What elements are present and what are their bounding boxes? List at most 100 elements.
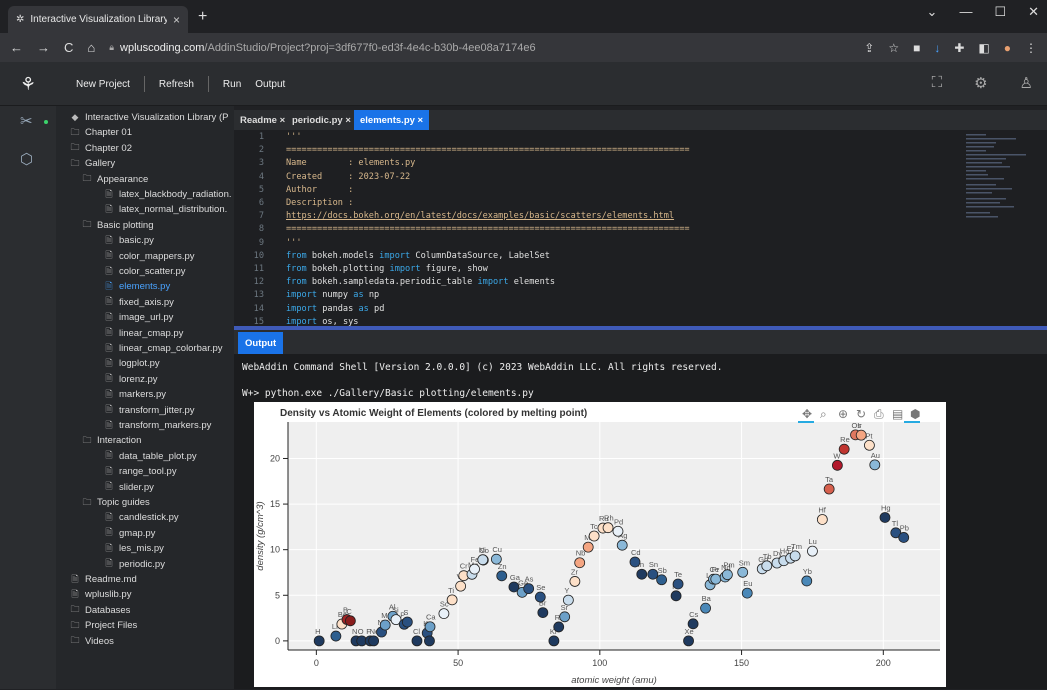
- back-icon[interactable]: ←: [10, 40, 23, 55]
- settings-gear-icon[interactable]: ⚙: [974, 74, 987, 92]
- tree-item[interactable]: 🗎︎ color_mappers.py: [104, 249, 194, 264]
- editor-tab[interactable]: Readme ×: [234, 110, 291, 130]
- new-project-button[interactable]: New Project: [76, 79, 130, 90]
- lock-icon[interactable]: 🔒︎: [109, 42, 114, 53]
- tree-item[interactable]: 🗀︎ Databases: [70, 603, 130, 618]
- output-button[interactable]: Output: [255, 79, 285, 90]
- data-point: [737, 566, 749, 578]
- save-tool-icon[interactable]: ⎙: [874, 407, 884, 421]
- file-icon: 🗎︎: [105, 327, 113, 338]
- point-label: Yb: [803, 567, 812, 576]
- data-point: [629, 556, 641, 568]
- tree-item[interactable]: 🗀︎ Gallery: [70, 156, 115, 171]
- bookmark-star-icon[interactable]: ☆: [888, 41, 899, 55]
- extension-icon[interactable]: ■: [913, 41, 920, 55]
- code-line: 12 from bokeh.sampledata.periodic_table i…: [234, 277, 974, 290]
- extensions-hex-icon[interactable]: ⬡: [20, 150, 33, 168]
- data-point: [831, 459, 843, 471]
- bokeh-plot[interactable]: 0 50 100 150 200 0 5 10 15 20 Density vs Atomic We…: [254, 402, 946, 687]
- tree-item[interactable]: 🗎︎ basic.py: [104, 233, 153, 248]
- tree-item[interactable]: 🗎︎ gmap.py: [104, 526, 155, 541]
- tree-item[interactable]: 🗎︎ markers.py: [104, 387, 166, 402]
- tab-output[interactable]: Output: [238, 332, 284, 354]
- code-text: from bokeh.plotting import figure, show: [286, 264, 488, 274]
- tree-item[interactable]: 🗀︎ Videos: [70, 634, 113, 649]
- tree-item[interactable]: 🗎︎ range_tool.py: [104, 464, 176, 479]
- puzzle-icon[interactable]: ✚: [954, 41, 964, 55]
- user-icon[interactable]: ♙: [1020, 74, 1033, 92]
- tree-item[interactable]: 🗎︎ latex_blackbody_radiation.: [104, 187, 231, 202]
- tree-item-label: Interactive Visualization Library (P: [85, 112, 229, 123]
- tree-item[interactable]: 🗀︎ Basic plotting: [82, 218, 153, 233]
- editor-tab[interactable]: elements.py ×: [354, 110, 430, 130]
- tree-item-label: candlestick.py: [119, 512, 179, 524]
- minimize-icon[interactable]: —: [959, 4, 972, 20]
- tree-item[interactable]: 🗎︎ elements.py: [104, 279, 170, 294]
- x-tick-label: 100: [592, 658, 607, 668]
- tree-item[interactable]: 🗀︎ Chapter 02: [70, 141, 132, 156]
- code-editor[interactable]: 1 ''' 2 ===================================…: [234, 130, 1047, 326]
- menu-icon[interactable]: ⋮: [1025, 41, 1037, 55]
- tree-item[interactable]: 🗎︎ data_table_plot.py: [104, 449, 196, 464]
- code-minimap[interactable]: [962, 132, 1042, 227]
- tree-item[interactable]: 🗎︎ Readme.md: [70, 572, 136, 587]
- tree-item[interactable]: 🗀︎ Chapter 01: [70, 125, 132, 140]
- zoom-tool-icon[interactable]: ⌕: [820, 407, 827, 421]
- fullscreen-icon[interactable]: ⛶: [932, 74, 943, 92]
- tools-icon[interactable]: ✂: [20, 112, 33, 130]
- point-label: Te: [674, 570, 682, 579]
- tree-item[interactable]: 🗎︎ slider.py: [104, 480, 153, 495]
- url-field[interactable]: 🔒︎ wpluscoding.com/AddinStudio/Project?p…: [109, 42, 850, 54]
- home-icon[interactable]: ⌂: [87, 40, 95, 55]
- reload-icon[interactable]: C: [64, 40, 73, 55]
- share-icon[interactable]: ⇪: [864, 41, 874, 55]
- line-number: 1: [258, 132, 264, 142]
- tree-item[interactable]: 🗎︎ linear_cmap.py: [104, 326, 183, 341]
- pan-tool-icon[interactable]: ✥: [802, 407, 812, 421]
- file-icon: 🗎︎: [105, 481, 113, 492]
- tree-item[interactable]: 🗀︎ Project Files: [70, 618, 137, 633]
- y-tick-label: 0: [275, 636, 280, 646]
- tree-item[interactable]: 🗎︎ transform_jitter.py: [104, 403, 194, 418]
- tree-item[interactable]: 🗎︎ transform_markers.py: [104, 418, 211, 433]
- tree-item[interactable]: 🗎︎ candlestick.py: [104, 510, 179, 525]
- sidepanel-icon[interactable]: ◧: [978, 41, 989, 55]
- forward-icon[interactable]: →: [37, 40, 50, 55]
- editor-tab[interactable]: periodic.py ×: [286, 110, 357, 130]
- tree-item[interactable]: ◆ Interactive Visualization Library (P: [70, 110, 229, 125]
- tree-item[interactable]: 🗀︎ Interaction: [82, 433, 141, 448]
- close-window-icon[interactable]: ✕: [1028, 4, 1039, 20]
- tree-item[interactable]: 🗎︎ color_scatter.py: [104, 264, 185, 279]
- tab-close-icon[interactable]: ×: [173, 13, 180, 27]
- code-text: ''': [286, 237, 302, 248]
- point-label: Lu: [808, 537, 816, 546]
- point-label: Cr: [460, 562, 468, 571]
- profile-avatar[interactable]: ●: [1004, 41, 1011, 55]
- bokeh-logo-icon[interactable]: ⬢: [910, 407, 920, 421]
- tree-item[interactable]: 🗎︎ lorenz.py: [104, 372, 157, 387]
- tree-item[interactable]: 🗎︎ image_url.py: [104, 310, 173, 325]
- tree-item[interactable]: 🗎︎ logplot.py: [104, 356, 159, 371]
- tree-item[interactable]: 🗎︎ linear_cmap_colorbar.py: [104, 341, 222, 356]
- wheel-zoom-icon[interactable]: ⊕: [838, 407, 848, 421]
- refresh-button[interactable]: Refresh: [159, 79, 194, 90]
- hover-tool-icon[interactable]: ▤: [892, 407, 903, 421]
- data-point: [424, 635, 435, 647]
- new-tab-button[interactable]: +: [198, 8, 207, 26]
- tree-item[interactable]: 🗎︎ latex_normal_distribution.: [104, 202, 227, 217]
- file-icon: 🗎︎: [105, 296, 113, 307]
- tree-item[interactable]: 🗀︎ Appearance: [82, 172, 148, 187]
- tree-item[interactable]: 🗎︎ periodic.py: [104, 557, 165, 572]
- run-button[interactable]: Run: [223, 79, 241, 90]
- tab-search-icon[interactable]: ⌄: [927, 4, 938, 20]
- file-icon: 🗎︎: [105, 311, 113, 322]
- tree-item[interactable]: 🗎︎ wpluslib.py: [70, 587, 131, 602]
- browser-tab[interactable]: ✲ Interactive Visualization Library (I ×: [8, 6, 188, 33]
- reset-tool-icon[interactable]: ↻: [856, 407, 866, 421]
- tree-item[interactable]: 🗎︎ fixed_axis.py: [104, 295, 174, 310]
- point-label: Pb: [900, 523, 909, 532]
- maximize-icon[interactable]: ☐: [994, 4, 1006, 20]
- download-icon[interactable]: ↓: [934, 41, 940, 55]
- tree-item[interactable]: 🗎︎ les_mis.py: [104, 541, 164, 556]
- tree-item[interactable]: 🗀︎ Topic guides: [82, 495, 149, 510]
